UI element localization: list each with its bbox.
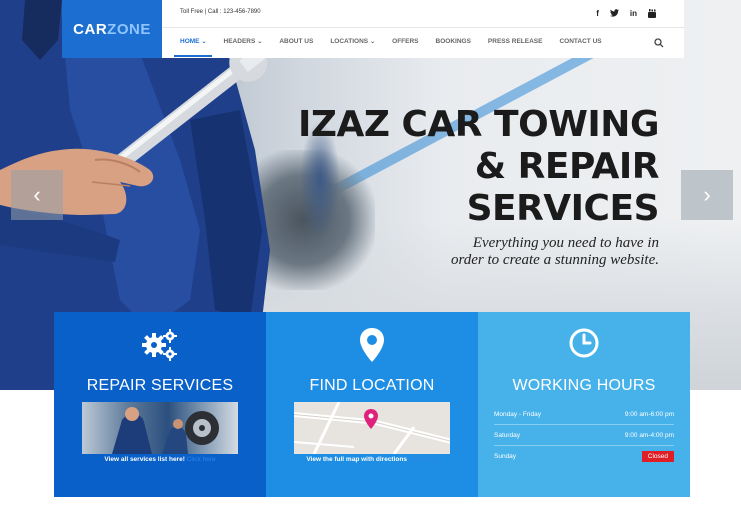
nav-locations-label: LOCATIONS <box>330 38 369 45</box>
hours-row: Monday - Friday 9:00 am-6:00 pm <box>494 404 674 425</box>
hours-day: Sunday <box>494 453 517 460</box>
hero-title-line-3: SERVICES <box>466 188 660 229</box>
find-location-box: FIND LOCATION View the full map with dir… <box>266 312 478 497</box>
slider-next-button[interactable]: › <box>681 170 733 220</box>
chevron-down-icon: ⌄ <box>370 39 376 45</box>
nav-contact-us[interactable]: CONTACT US <box>559 38 601 45</box>
logo[interactable]: CARZONE <box>62 0 162 58</box>
repair-services-caption: View all services list here! Click here <box>54 456 266 463</box>
nav-home[interactable]: HOME ⌄ <box>180 38 207 45</box>
twitter-icon[interactable] <box>609 9 619 20</box>
nav-headers[interactable]: HEADERS ⌄ <box>224 38 263 45</box>
nav-about-us[interactable]: ABOUT US <box>279 38 313 45</box>
hours-day: Monday - Friday <box>494 410 541 418</box>
search-icon[interactable] <box>654 38 664 48</box>
repair-services-image <box>82 402 238 454</box>
toll-free-contact: Toll Free | Call : 123-456-7890 <box>180 9 261 15</box>
repair-services-link[interactable]: Click here <box>187 456 216 463</box>
nav-locations[interactable]: LOCATIONS ⌄ <box>330 38 375 45</box>
repair-services-box: REPAIR SERVICES View all services list h… <box>54 312 266 497</box>
find-location-caption: View the full map with directions Click … <box>266 456 478 463</box>
find-location-caption-text: View the full map with directions <box>306 456 407 463</box>
hours-row: Sunday Closed <box>494 446 674 467</box>
working-hours-title: WORKING HOURS <box>512 377 656 394</box>
hero-title: IZAZ CAR TOWING & REPAIR SERVICES <box>259 104 659 230</box>
chevron-down-icon: ⌄ <box>201 39 207 45</box>
hero-subtitle-line-2: order to create a stunning website. <box>450 252 659 268</box>
chevron-right-icon: › <box>703 182 711 207</box>
chevron-down-icon: ⌄ <box>257 39 263 45</box>
header-navbar: Toll Free | Call : 123-456-7890 f in HOM… <box>162 0 684 58</box>
hero-subtitle: Everything you need to have in order to … <box>359 235 659 269</box>
gears-icon <box>142 329 177 361</box>
location-map[interactable] <box>294 402 450 454</box>
page: IZAZ CAR TOWING & REPAIR SERVICES Everyt… <box>0 0 741 513</box>
hours-table: Monday - Friday 9:00 am-6:00 pm Saturday… <box>494 404 674 467</box>
repair-services-caption-text: View all services list here! <box>104 456 185 463</box>
facebook-icon[interactable]: f <box>596 9 599 20</box>
map-pin-icon <box>360 328 384 362</box>
nav-home-label: HOME <box>180 38 200 45</box>
hero-title-line-2: & REPAIR <box>474 146 660 187</box>
repair-services-title: REPAIR SERVICES <box>86 377 234 394</box>
find-location-title: FIND LOCATION <box>309 377 435 394</box>
hours-day: Saturday <box>494 431 521 439</box>
hours-time: 9:00 am-4:00 pm <box>624 431 674 439</box>
nav-press-release[interactable]: PRESS RELEASE <box>488 38 543 45</box>
logo-text-zone: ZONE <box>107 20 151 38</box>
youtube-icon[interactable] <box>648 9 656 20</box>
chevron-left-icon: ‹ <box>33 182 41 207</box>
hours-time: 9:00 am-6:00 pm <box>624 410 674 418</box>
nav-bookings[interactable]: BOOKINGS <box>436 38 471 45</box>
main-menu: HOME ⌄ HEADERS ⌄ ABOUT US LOCATIONS ⌄ OFFER… <box>174 38 619 57</box>
clock-icon <box>569 328 599 358</box>
working-hours-box: WORKING HOURS Monday - Friday 9:00 am-6:… <box>478 312 690 497</box>
slider-prev-button[interactable]: ‹ <box>11 170 63 220</box>
hero-subtitle-line-1: Everything you need to have in <box>472 235 659 251</box>
logo-text-car: CAR <box>73 20 108 38</box>
linkedin-icon[interactable]: in <box>630 9 637 20</box>
closed-badge: Closed <box>641 451 674 462</box>
find-location-link[interactable]: Click here <box>409 456 438 463</box>
hours-row: Saturday 9:00 am-4:00 pm <box>494 425 674 446</box>
nav-offers[interactable]: OFFERS <box>392 38 418 45</box>
social-links: f in <box>596 9 656 20</box>
nav-headers-label: HEADERS <box>223 38 256 45</box>
active-underline <box>174 55 212 57</box>
hero-title-line-1: IZAZ CAR TOWING <box>298 104 659 145</box>
